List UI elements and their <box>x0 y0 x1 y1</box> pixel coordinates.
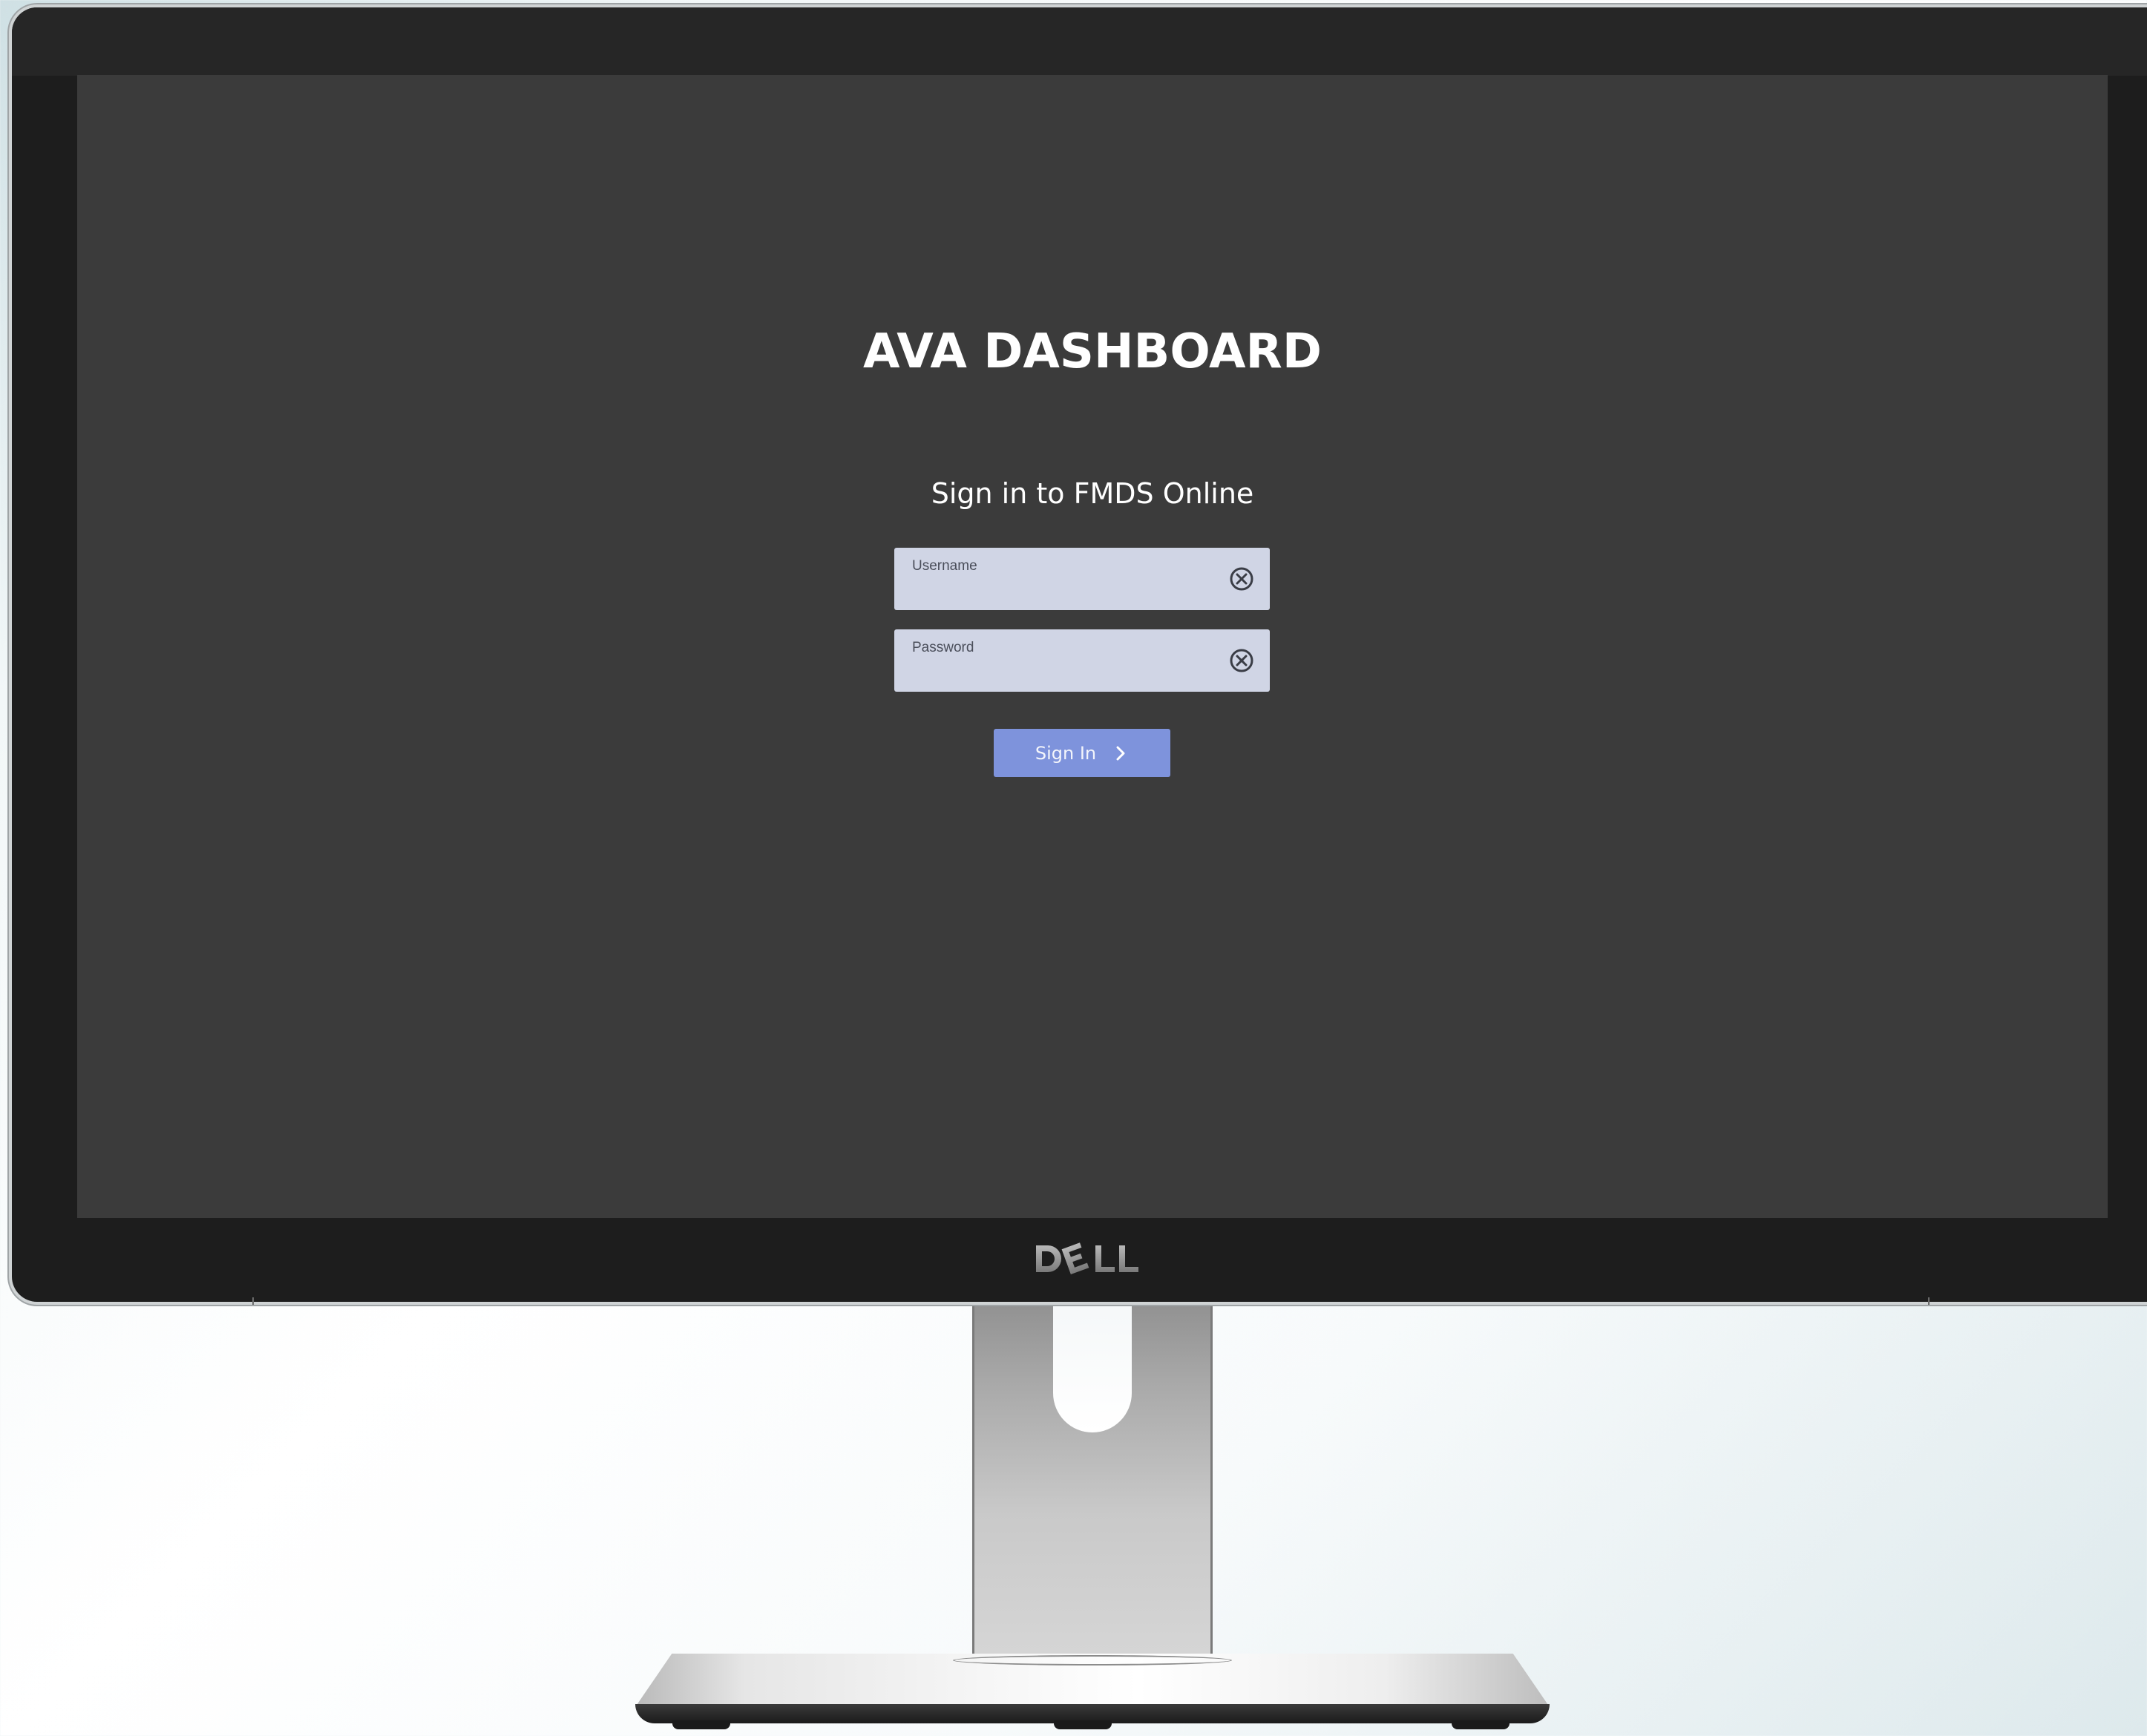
bezel-tick-left <box>252 1297 254 1305</box>
sign-in-button-label: Sign In <box>1035 742 1097 764</box>
clear-password-icon[interactable] <box>1228 647 1255 674</box>
monitor-foot-left <box>672 1720 730 1729</box>
password-label: Password <box>912 640 974 655</box>
bezel-tick-right <box>1928 1297 1930 1305</box>
monitor-foot-right <box>1452 1720 1510 1729</box>
monitor-foot-center <box>1054 1720 1112 1729</box>
monitor-bezel-top <box>12 7 2147 76</box>
username-field[interactable]: Username <box>894 548 1270 610</box>
monitor-stand-ring <box>953 1655 1232 1665</box>
chevron-right-icon <box>1116 746 1125 760</box>
username-input[interactable] <box>911 577 1207 603</box>
password-input[interactable] <box>911 659 1207 684</box>
username-label: Username <box>912 558 977 574</box>
monitor-stand-cable-slot <box>1053 1291 1132 1432</box>
page-title: AVA DASHBOARD <box>863 324 1322 379</box>
dell-logo <box>1036 1242 1138 1275</box>
login-screen: AVA DASHBOARD Sign in to FMDS Online Use… <box>77 75 2108 1218</box>
sign-in-button[interactable]: Sign In <box>994 729 1170 777</box>
clear-username-icon[interactable] <box>1228 566 1255 592</box>
sign-in-subtitle: Sign in to FMDS Online <box>931 477 1254 510</box>
password-field[interactable]: Password <box>894 629 1270 692</box>
